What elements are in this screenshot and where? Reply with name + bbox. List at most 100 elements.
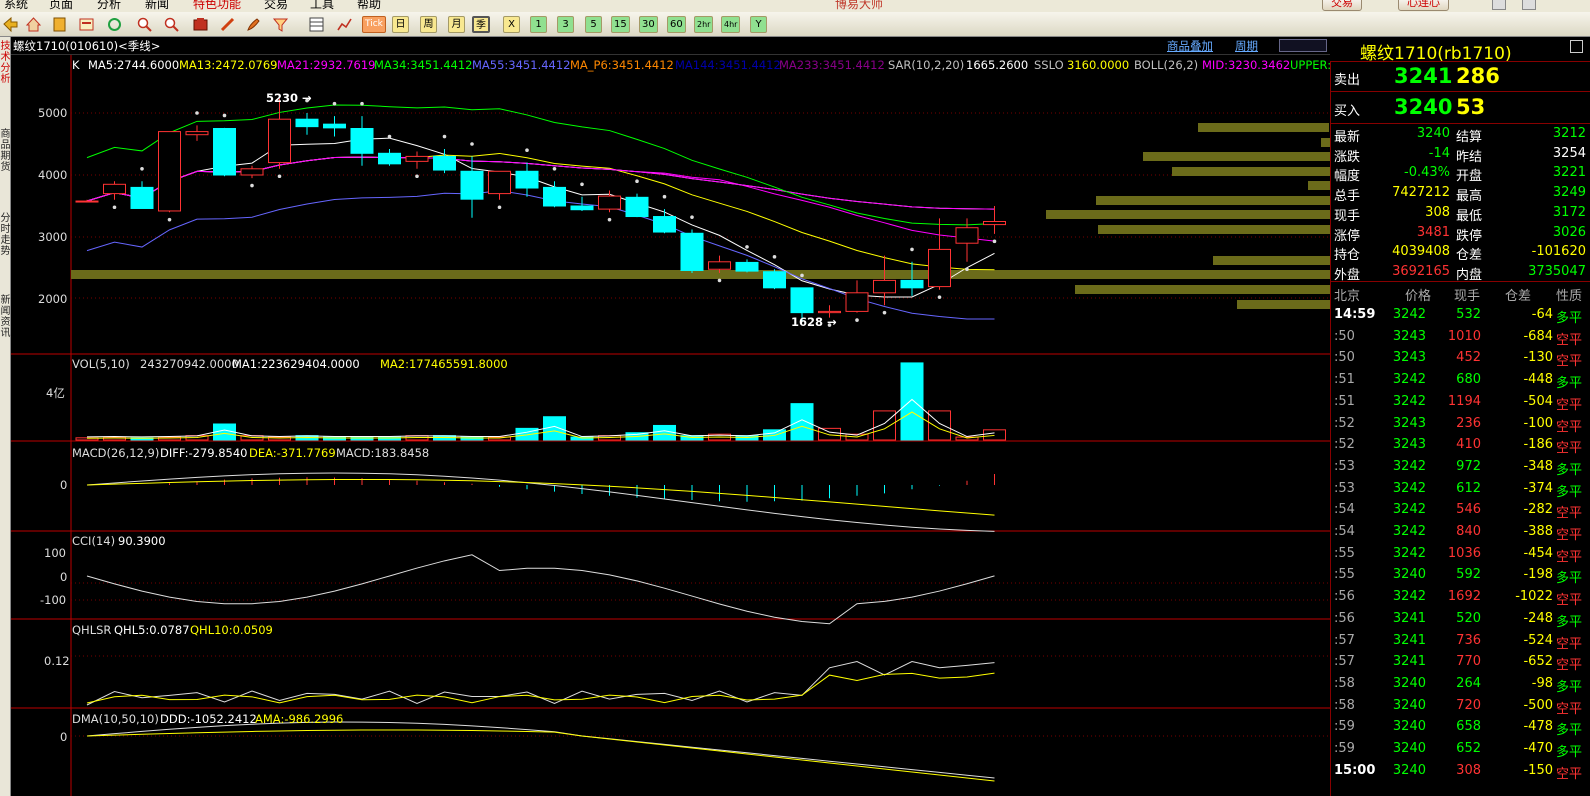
tick-time: :51 (1334, 393, 1355, 409)
chart-line-icon[interactable] (336, 16, 353, 33)
overlay-link[interactable]: 商品叠加 (1167, 39, 1213, 53)
ind-sar: SAR(10,2,20) (888, 58, 965, 72)
tick-time: :54 (1334, 524, 1355, 539)
candle-body (488, 170, 511, 195)
tick-price: 3242 (1392, 480, 1426, 496)
tick-button[interactable]: Tick (362, 16, 386, 33)
tick-nature: 空平 (1556, 441, 1583, 457)
period-year[interactable]: Y (750, 16, 767, 33)
menu-item-news[interactable]: 新闻 (145, 0, 169, 12)
sar-dot (882, 310, 887, 315)
tick-row: :57 3241 770 -652 空平 (1330, 651, 1590, 673)
menu-item-features[interactable]: 特色功能 (193, 0, 241, 12)
table-icon[interactable] (308, 16, 325, 33)
minimize-icon[interactable] (1492, 0, 1506, 10)
volume-bar (790, 403, 814, 441)
ind-mid: MID:3230.3462 (1202, 58, 1291, 72)
features-icon[interactable] (192, 16, 209, 33)
period-4hr[interactable]: 4hr (721, 16, 741, 33)
stat-row: 涨跌 -14 昨结 3254 (1330, 145, 1590, 165)
cloud-button[interactable]: 心连心 (1398, 0, 1449, 11)
tick-row: :50 3243 452 -130 空平 (1330, 347, 1590, 369)
tick-nature: 空平 (1556, 549, 1583, 565)
quote-panel-toggle-icon[interactable] (1570, 40, 1583, 53)
trade-button[interactable]: 交易 (1322, 0, 1362, 11)
tick-qty: 736 (1456, 632, 1481, 648)
back-arrow-icon[interactable] (2, 16, 19, 33)
tab-news[interactable]: 新闻资讯 (0, 295, 11, 375)
menu-item-help[interactable]: 帮助 (357, 0, 381, 12)
period-15min[interactable]: 15 (611, 16, 630, 33)
ticks-header-nature: 性质 (1556, 289, 1583, 304)
menu-item-analysis[interactable]: 分析 (97, 0, 121, 12)
menu-item-tools[interactable]: 工具 (310, 0, 334, 12)
candle-body (708, 261, 731, 270)
kline-chart[interactable] (11, 37, 1330, 796)
period-link[interactable]: 周期 (1235, 39, 1258, 53)
maximize-icon[interactable] (1522, 0, 1536, 10)
zoom-out-icon[interactable] (163, 16, 180, 33)
price-tick-4000: 4000 (38, 168, 68, 182)
macd-diff: DIFF:-279.8540 (160, 446, 248, 460)
period-2hr[interactable]: 2hr (694, 16, 714, 33)
stat-value: -14 (1428, 145, 1450, 161)
menu-item-trade[interactable]: 交易 (264, 0, 288, 12)
volume-bar (818, 427, 841, 441)
brush-icon[interactable] (245, 16, 262, 33)
tick-oi-change: -282 (1523, 502, 1553, 518)
period-1min[interactable]: 1 (530, 16, 547, 33)
volume-profile-bar (1075, 285, 1330, 294)
refresh-icon[interactable] (106, 16, 123, 33)
sar-dot (525, 148, 529, 152)
window-control-icon[interactable] (1279, 39, 1327, 52)
tick-time: :53 (1334, 480, 1355, 496)
period-week[interactable]: 周 (420, 16, 437, 33)
period-30min[interactable]: 30 (639, 16, 658, 33)
tick-price: 3240 (1392, 741, 1426, 756)
dma-ddd: DDD:-1052.2412 (160, 712, 257, 726)
home-icon[interactable] (25, 16, 42, 33)
ticks-header-time: 北京 (1334, 289, 1361, 304)
period-3min[interactable]: 3 (557, 16, 574, 33)
candle-body (103, 183, 126, 195)
tick-qty: 264 (1456, 675, 1481, 691)
low-marker: 1628 → (791, 315, 837, 329)
tick-row: :55 3240 592 -198 多平 (1330, 564, 1590, 586)
high-marker: 5230 → (266, 91, 312, 105)
candle-body (543, 186, 566, 207)
notebook-icon[interactable] (51, 16, 68, 33)
tab-technical-analysis[interactable]: 技术分析 (0, 41, 11, 121)
period-x[interactable]: X (503, 16, 520, 33)
tab-commodity-futures[interactable]: 商品期货 (0, 129, 11, 209)
tick-oi-change: -470 (1523, 741, 1553, 756)
report-icon[interactable] (78, 16, 95, 33)
period-day[interactable]: 日 (392, 16, 409, 33)
volume-bar (873, 410, 896, 441)
candle-body (240, 168, 264, 176)
tick-row: :58 3240 264 -98 多平 (1330, 673, 1590, 695)
candle-body (818, 310, 841, 314)
filter-icon[interactable] (272, 16, 289, 33)
candle-body (873, 279, 896, 294)
zoom-in-icon[interactable] (136, 16, 153, 33)
sar-dot (800, 273, 804, 278)
period-month[interactable]: 月 (448, 16, 465, 33)
ind-ma55: MA55:3451.4412 (472, 58, 571, 72)
tick-price: 3243 (1392, 350, 1426, 366)
stat-value-2: 3249 (1552, 185, 1586, 201)
sar-dot (992, 239, 997, 244)
period-5min[interactable]: 5 (585, 16, 602, 33)
tick-time: :58 (1334, 697, 1355, 713)
cci-title: CCI(14) (72, 534, 116, 548)
pencil-icon[interactable] (219, 16, 236, 33)
sar-dot (222, 113, 227, 118)
sar-dot (855, 318, 859, 322)
menu-item-page[interactable]: 页面 (49, 0, 73, 12)
period-quarter[interactable]: 季 (472, 16, 490, 33)
tab-intraday[interactable]: 分时走势 (0, 213, 11, 293)
period-60min[interactable]: 60 (667, 16, 686, 33)
tick-nature: 多平 (1556, 484, 1583, 500)
stat-value-2: 3735047 (1528, 263, 1586, 279)
menu-item-system[interactable]: 系统 (4, 0, 28, 12)
ind-ma21: MA21:2932.7619 (277, 58, 376, 72)
